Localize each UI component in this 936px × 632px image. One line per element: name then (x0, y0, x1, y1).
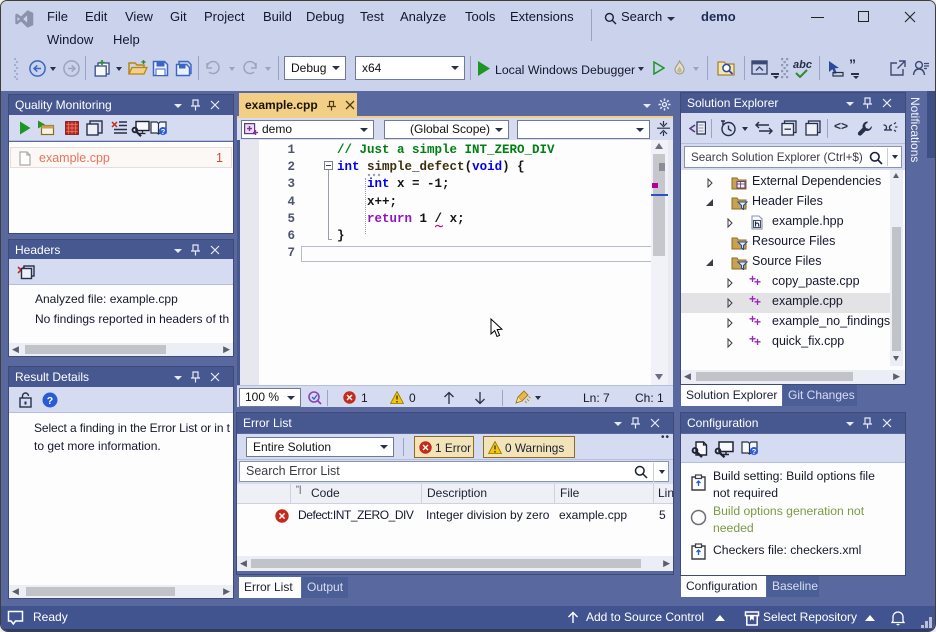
svg-text:?: ? (752, 447, 757, 456)
svg-text:?: ? (47, 395, 53, 407)
svg-text:?: ? (161, 127, 166, 136)
